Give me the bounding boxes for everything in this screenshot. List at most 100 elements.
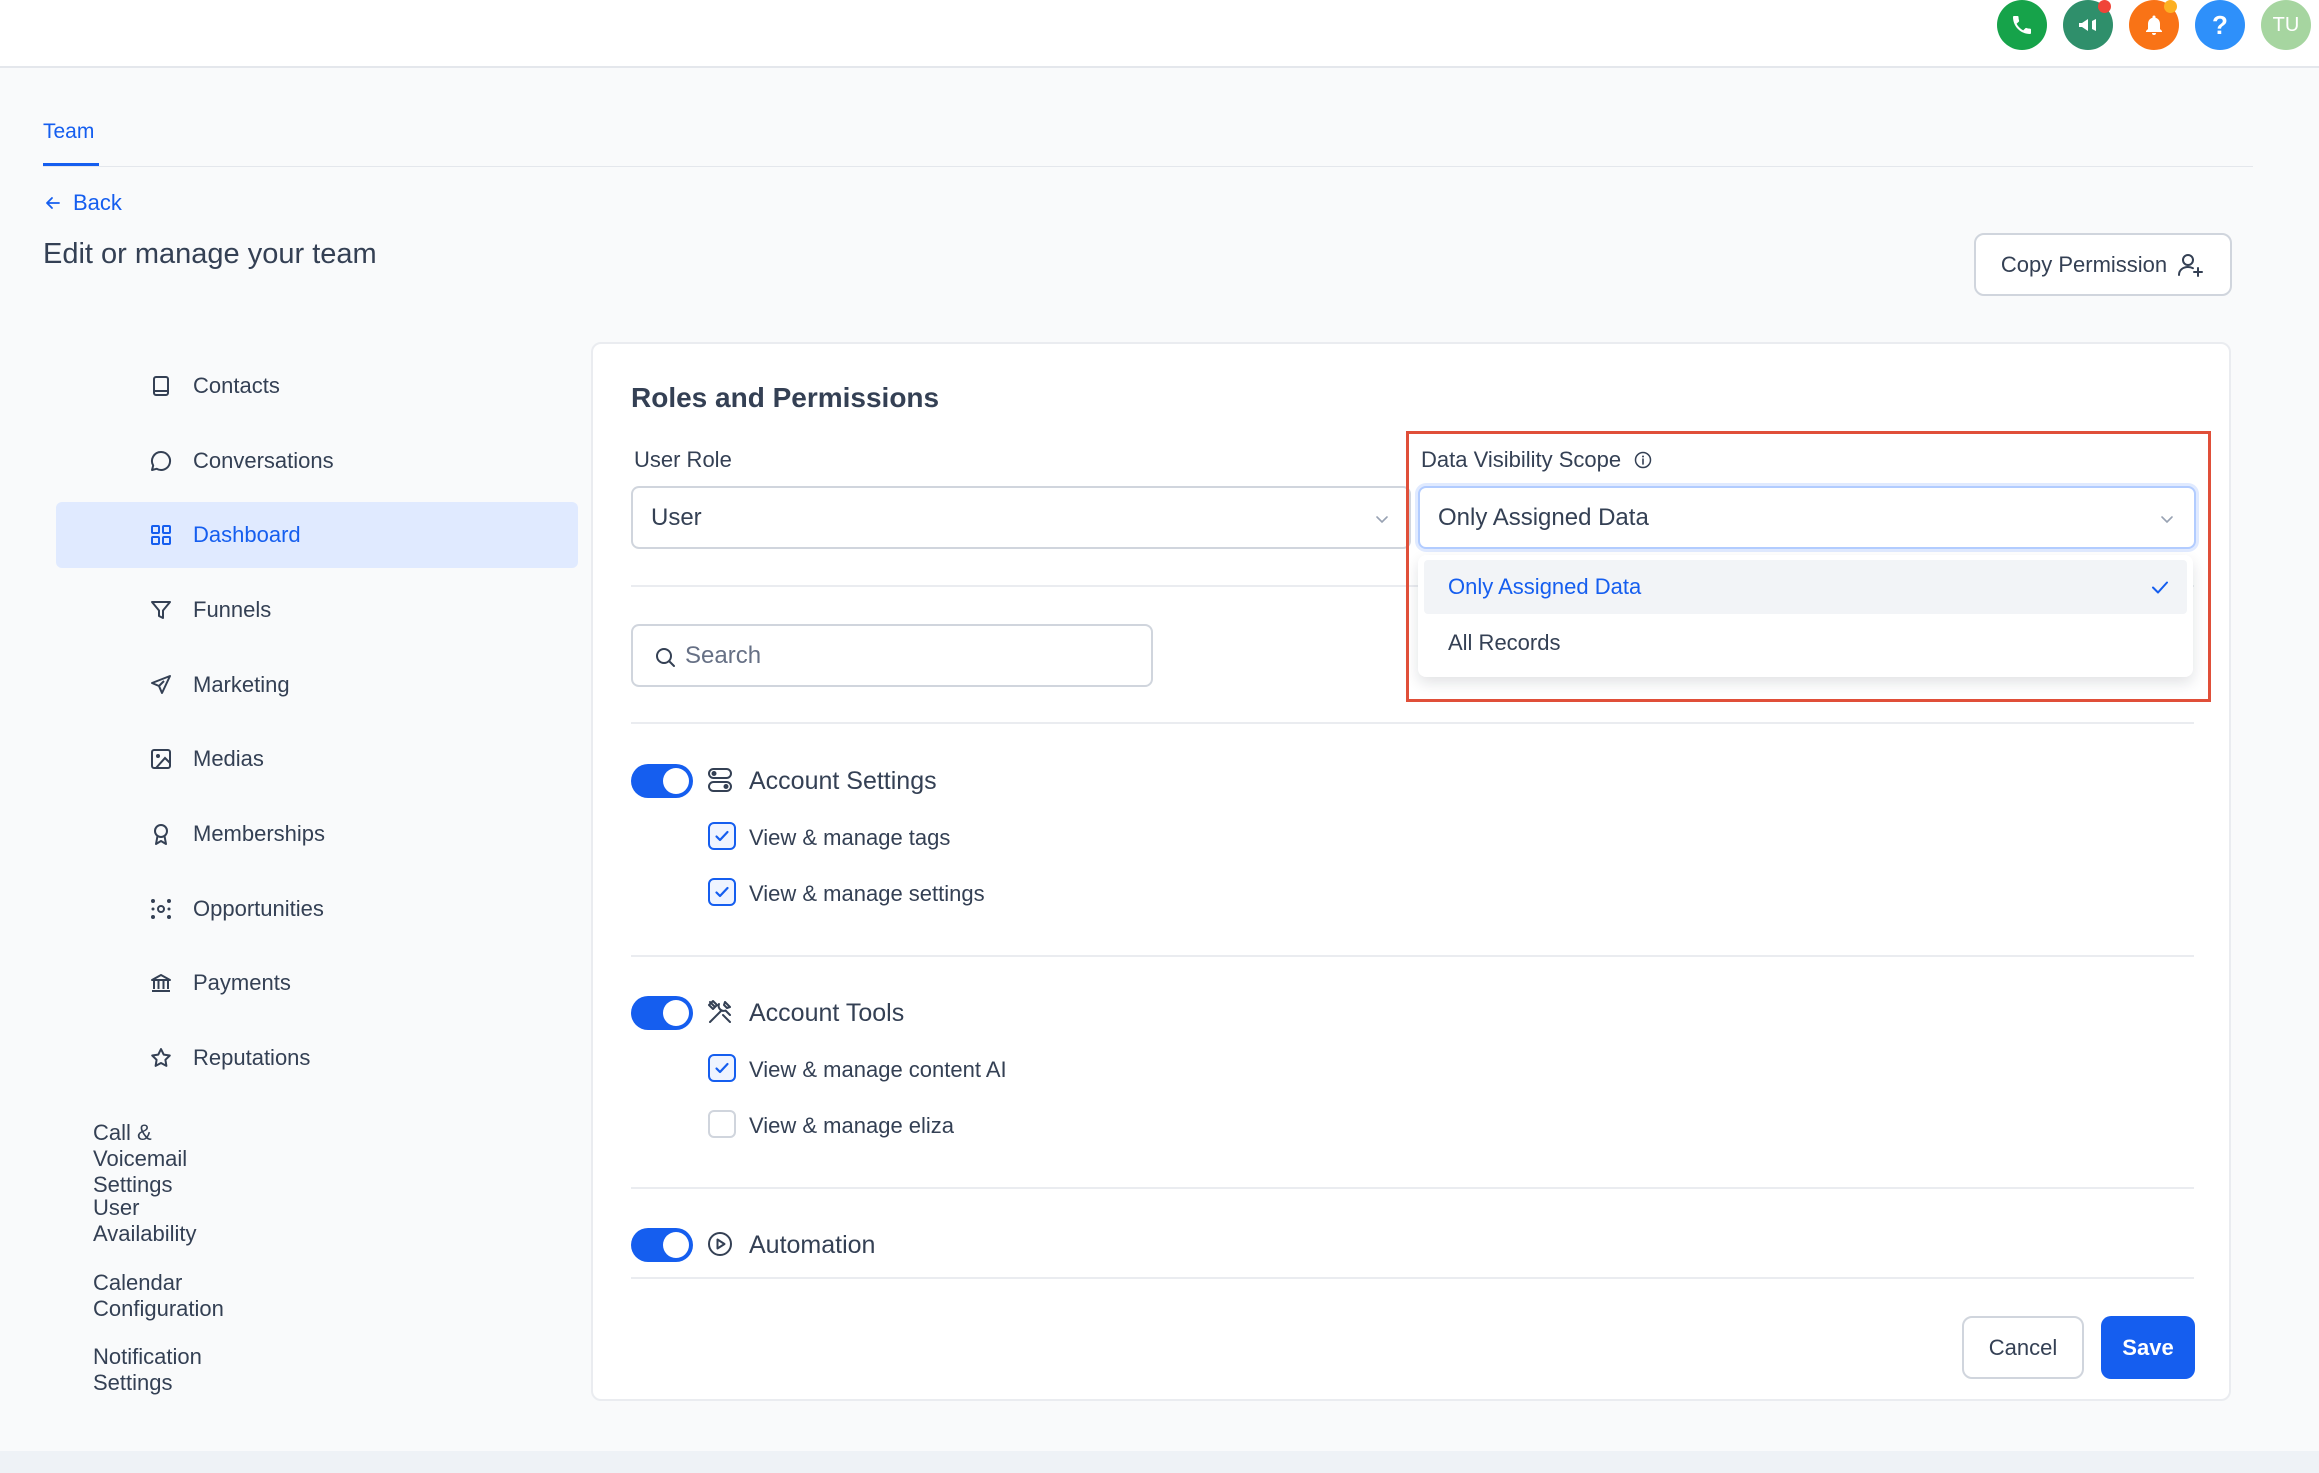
permission-label: View & manage tags	[749, 825, 951, 850]
automation-toggle[interactable]	[631, 1228, 693, 1262]
visibility-scope-select[interactable]: Only Assigned Data	[1418, 486, 2196, 549]
account-tools-toggle[interactable]	[631, 996, 693, 1030]
permission-checkbox[interactable]	[708, 1054, 736, 1082]
visibility-scope-dropdown: Only Assigned Data All Records	[1418, 555, 2193, 677]
megaphone-icon[interactable]	[2063, 0, 2113, 50]
sidebar-item-opportunities[interactable]: Opportunities	[56, 876, 578, 942]
permission-label: View & manage settings	[749, 881, 985, 906]
sidebar-item-label: Conversations	[193, 448, 334, 473]
sidebar-item-calendar-configuration[interactable]: Calendar Configuration	[93, 1270, 224, 1322]
user-role-select[interactable]: User	[631, 486, 1411, 549]
sidebar-item-reputations[interactable]: Reputations	[56, 1025, 578, 1091]
help-icon[interactable]: ?	[2195, 0, 2245, 50]
sidebar-item-label: Dashboard	[193, 522, 301, 547]
roles-permissions-card: Roles and Permissions User Role User Dat…	[591, 342, 2231, 1401]
sidebar-item-medias[interactable]: Medias	[56, 726, 578, 792]
sidebar-item-memberships[interactable]: Memberships	[56, 801, 578, 867]
section-title: Account Settings	[749, 767, 937, 795]
section-title: Automation	[749, 1231, 876, 1259]
play-circle-icon	[708, 1232, 732, 1256]
avatar[interactable]: TU	[2261, 0, 2311, 50]
option-label: Only Assigned Data	[1448, 574, 1642, 599]
dropdown-option-all-records[interactable]: All Records	[1424, 616, 2187, 670]
sidebar-item-call-voicemail[interactable]: Call & Voicemail Settings	[93, 1120, 187, 1198]
image-icon	[151, 749, 171, 769]
sidebar-item-label: Opportunities	[193, 896, 324, 921]
chat-bubble-icon	[151, 450, 172, 471]
permission-label: View & manage eliza	[749, 1113, 955, 1138]
bank-icon	[151, 974, 171, 992]
top-bar: ? TU	[0, 0, 2319, 68]
tools-icon	[708, 1000, 731, 1023]
sidebar-item-notification-settings[interactable]: Notification Settings	[93, 1344, 202, 1396]
info-icon[interactable]	[1633, 450, 1653, 470]
search-icon	[656, 648, 675, 667]
sidebar-item-label: Marketing	[193, 672, 290, 697]
back-link[interactable]: Back	[43, 190, 122, 216]
sidebar-item-dashboard[interactable]: Dashboard	[56, 502, 578, 568]
send-icon	[151, 675, 171, 694]
chevron-down-icon	[2161, 516, 2173, 524]
permission-checkbox[interactable]	[708, 878, 736, 906]
sidebar-item-conversations[interactable]: Conversations	[56, 428, 578, 494]
search-input[interactable]: Search	[631, 624, 1153, 687]
user-add-icon	[2178, 253, 2204, 277]
arrow-left-icon	[46, 197, 60, 209]
sidebar-item-payments[interactable]: Payments	[56, 950, 578, 1016]
permission-checkbox[interactable]	[708, 822, 736, 850]
badge-icon	[154, 824, 168, 845]
copy-permission-button[interactable]: Copy Permission	[1974, 233, 2232, 296]
permission-label: View & manage content AI	[749, 1057, 1007, 1082]
card-title: Roles and Permissions	[631, 382, 940, 413]
sidebar-item-label: Medias	[193, 746, 264, 771]
sidebar-item-contacts[interactable]: Contacts	[56, 353, 578, 419]
page-title: Edit or manage your team	[43, 238, 377, 270]
tab-team[interactable]: Team	[43, 120, 94, 144]
account-settings-toggle[interactable]	[631, 764, 693, 798]
check-icon	[715, 1062, 729, 1074]
check-icon	[715, 886, 729, 898]
search-placeholder: Search	[685, 641, 762, 669]
back-label: Back	[73, 190, 122, 215]
divider	[631, 1187, 2194, 1189]
notification-badge	[2098, 0, 2111, 13]
bell-icon[interactable]	[2129, 0, 2179, 50]
bottom-strip	[0, 1451, 2319, 1473]
visibility-label-row: Data Visibility Scope	[1421, 447, 1653, 473]
top-icons: ? TU	[1997, 0, 2311, 50]
grid-icon	[151, 525, 171, 545]
section-title: Account Tools	[749, 999, 905, 1027]
sidebar-item-label: Memberships	[193, 821, 326, 846]
divider	[631, 1277, 2194, 1279]
option-label: All Records	[1448, 630, 1561, 655]
settings-toggles-icon	[708, 768, 732, 792]
tabs-divider	[43, 166, 2253, 167]
sidebar-item-label: Payments	[193, 970, 291, 995]
sidebar-item-user-availability[interactable]: User Availability	[93, 1195, 197, 1247]
sidebar-item-label: Contacts	[193, 373, 280, 398]
chevron-down-icon	[1376, 516, 1388, 524]
permission-checkbox[interactable]	[708, 1110, 736, 1138]
book-icon	[153, 376, 169, 396]
sidebar-item-marketing[interactable]: Marketing	[56, 652, 578, 718]
nodes-icon	[151, 899, 171, 919]
phone-icon[interactable]	[1997, 0, 2047, 50]
sidebar-item-label: Funnels	[193, 597, 272, 622]
divider	[631, 955, 2194, 957]
cancel-button[interactable]: Cancel	[1962, 1316, 2084, 1379]
sidebar-item-label: Reputations	[193, 1045, 311, 1070]
divider	[631, 722, 2194, 724]
visibility-label: Data Visibility Scope	[1421, 447, 1622, 472]
notification-badge	[2164, 0, 2177, 13]
check-icon	[715, 830, 729, 842]
star-icon	[151, 1048, 171, 1067]
save-button[interactable]: Save	[2101, 1316, 2195, 1379]
filter-icon	[151, 601, 171, 619]
copy-permission-label: Copy Permission	[2000, 251, 2168, 277]
sidebar-item-funnels[interactable]: Funnels	[56, 577, 578, 643]
visibility-scope-value: Only Assigned Data	[1438, 503, 1649, 531]
check-icon	[2152, 581, 2168, 594]
user-role-value: User	[651, 503, 702, 531]
user-role-label: User Role	[634, 447, 732, 472]
dropdown-option-only-assigned[interactable]: Only Assigned Data	[1424, 560, 2187, 614]
